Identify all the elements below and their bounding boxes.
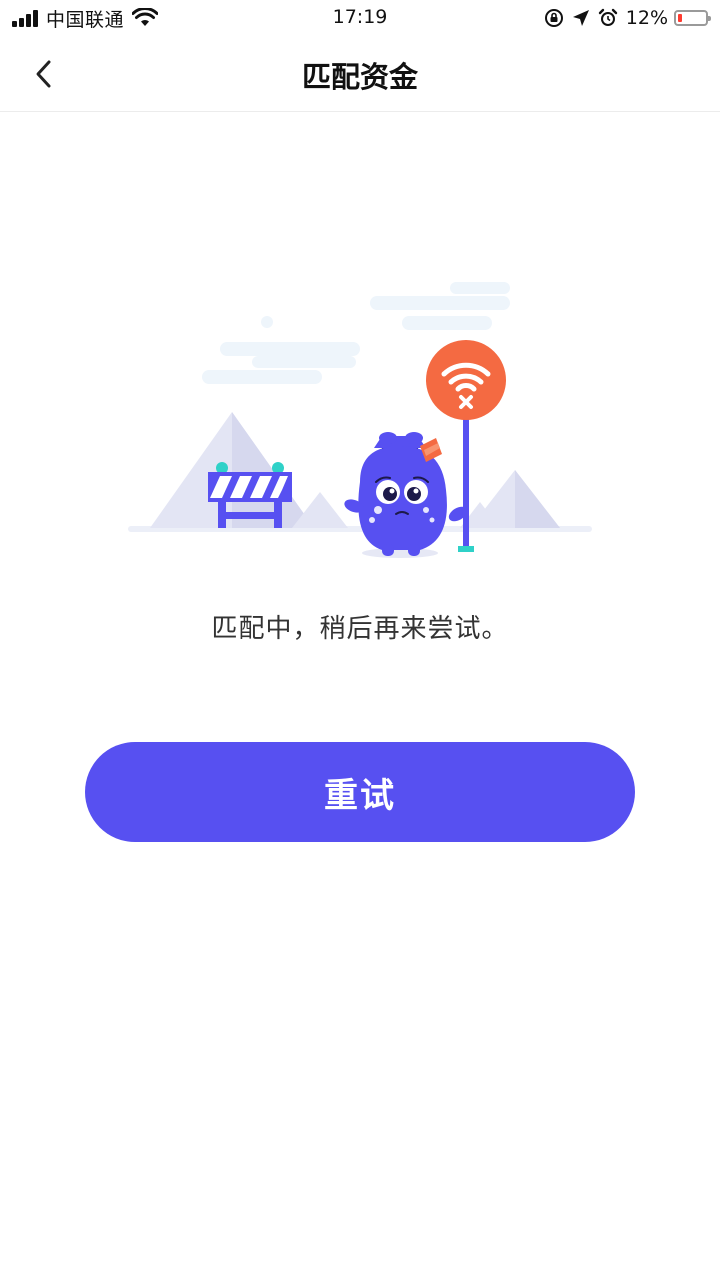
rotation-lock-icon [544,9,563,27]
alarm-icon [598,8,617,26]
battery-icon [674,10,711,26]
retry-button[interactable]: 重试 [85,742,635,842]
location-icon [572,10,589,26]
sad-mascot [344,432,468,558]
status-right: 12% [536,6,711,30]
status-message: 匹配中，稍后再来尝试。 [211,614,509,644]
status-bar: 中国联通 17:19 12% [0,0,720,36]
battery-percent: 12% [625,7,668,29]
network-error-illustration [128,282,592,558]
nav-bar: 匹配资金 [0,36,720,112]
battery-level [678,14,682,22]
page-title: 匹配资金 [301,60,418,94]
